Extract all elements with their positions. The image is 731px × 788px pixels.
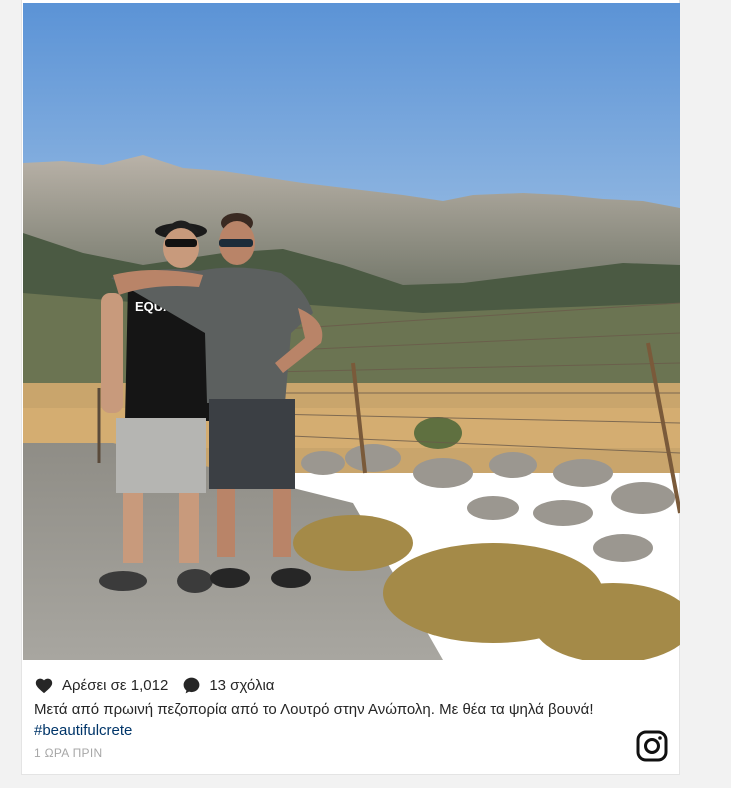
likes[interactable]: Αρέσει σε 1,012 bbox=[34, 676, 168, 694]
instagram-embed-card: EQUALITY Αρέσει σε bbox=[21, 0, 680, 775]
heart-icon bbox=[35, 678, 53, 694]
instagram-icon[interactable] bbox=[636, 730, 668, 762]
caption-text: Μετά από πρωινή πεζοπορία από το Λουτρό … bbox=[34, 701, 594, 718]
post-caption: Μετά από πρωινή πεζοπορία από το Λουτρό … bbox=[34, 699, 614, 741]
post-timestamp: 1 ΩΡΑ ΠΡΙΝ bbox=[34, 746, 103, 760]
likes-count: Αρέσει σε 1,012 bbox=[62, 676, 169, 694]
hashtag-link[interactable]: #beautifulcrete bbox=[34, 722, 132, 739]
engagement-row: Αρέσει σε 1,012 13 σχόλια bbox=[34, 673, 288, 697]
comments[interactable]: 13 σχόλια bbox=[182, 676, 274, 695]
comment-bubble-icon bbox=[183, 677, 200, 693]
comments-count: 13 σχόλια bbox=[209, 676, 275, 694]
post-photo[interactable]: EQUALITY bbox=[23, 3, 680, 660]
